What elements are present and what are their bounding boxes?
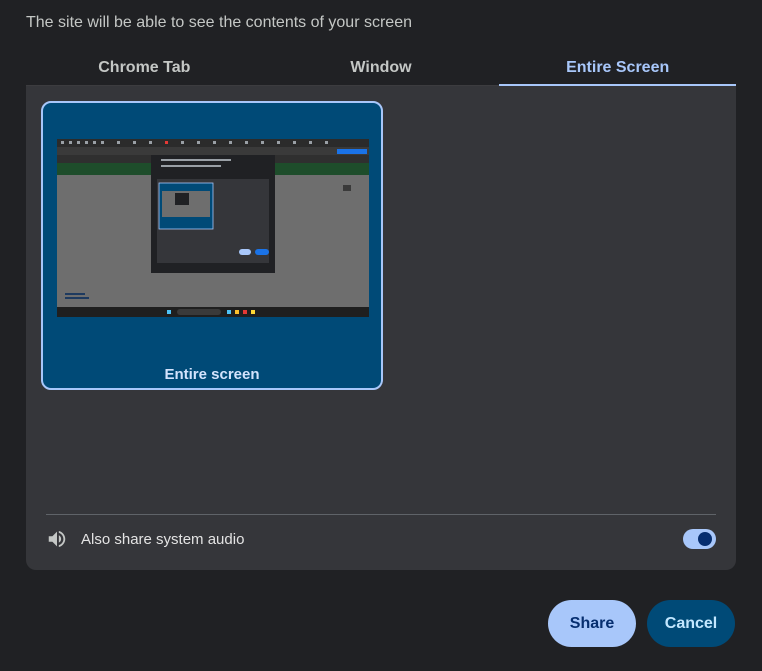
audio-divider	[46, 514, 716, 515]
audio-toggle-knob	[698, 532, 712, 546]
sources-panel: Entire screen Also share system audio	[26, 86, 736, 570]
screen-thumbnail	[57, 139, 369, 317]
screen-source-card[interactable]: Entire screen	[41, 101, 383, 390]
screen-thumbnail-image	[57, 139, 369, 317]
screen-source-label: Entire screen	[164, 366, 260, 383]
audio-label: Also share system audio	[81, 530, 245, 548]
tab-window[interactable]: Window	[263, 50, 500, 85]
cancel-button[interactable]: Cancel	[647, 600, 735, 647]
speaker-icon	[48, 530, 66, 548]
audio-row: Also share system audio	[46, 526, 716, 552]
dialog-subtitle: The site will be able to see the content…	[26, 14, 412, 31]
source-tabs: Chrome Tab Window Entire Screen	[26, 50, 736, 86]
screen-share-dialog: The site will be able to see the content…	[0, 0, 762, 671]
share-button[interactable]: Share	[548, 600, 636, 647]
tab-entire-screen[interactable]: Entire Screen	[499, 50, 736, 86]
audio-toggle[interactable]	[683, 529, 716, 549]
tab-chrome-tab[interactable]: Chrome Tab	[26, 50, 263, 85]
